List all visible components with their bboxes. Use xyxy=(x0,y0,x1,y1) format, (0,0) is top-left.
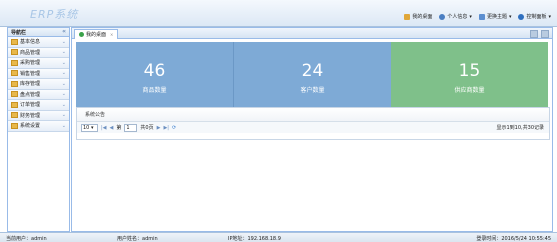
sidebar-item-settings[interactable]: 系统设置 ⌄ xyxy=(8,121,69,132)
chevron-down-icon: ⌄ xyxy=(61,91,66,98)
sidebar-item-label: 订单管理 xyxy=(20,102,41,109)
refresh-icon[interactable]: ⟳ xyxy=(172,125,176,131)
stat-card-suppliers[interactable]: 15 供应商数量 xyxy=(391,42,548,113)
sidebar: 导航栏 « 基本信息 ⌄ 商品管理 ⌄ 采购管理 ⌄ 销售管理 ⌄ 库存管理 ⌄ 盘点管理… xyxy=(7,27,70,232)
chevron-down-icon: ▾ xyxy=(548,13,551,20)
tab-desktop[interactable]: 我的桌面 × xyxy=(74,29,119,39)
profile-menu-label: 个人信息 xyxy=(447,14,468,20)
first-page-icon[interactable]: |◀ xyxy=(101,125,107,131)
sidebar-item-products[interactable]: 商品管理 ⌄ xyxy=(8,47,69,58)
page-info: 显示1到10,共30记录 xyxy=(496,125,545,131)
user-icon xyxy=(439,13,446,20)
stat-value: 46 xyxy=(143,61,166,81)
stat-value: 15 xyxy=(458,61,481,81)
page-size-select[interactable]: 10 ▾ xyxy=(81,123,98,132)
last-page-icon[interactable]: ▶| xyxy=(163,125,169,131)
chevron-down-icon: ⌄ xyxy=(61,122,66,129)
page-prefix: 第 xyxy=(116,125,122,131)
folder-icon xyxy=(11,112,18,119)
home-link-label: 我的桌面 xyxy=(412,14,433,20)
folder-icon xyxy=(11,70,18,77)
theme-menu-label: 更换主题 xyxy=(486,14,507,20)
sidebar-item-basic-info[interactable]: 基本信息 ⌄ xyxy=(8,37,69,48)
app-logo: ERP系统 xyxy=(30,8,79,21)
sidebar-item-label: 销售管理 xyxy=(20,70,41,77)
chevron-down-icon: ⌄ xyxy=(61,59,66,66)
theme-menu[interactable]: 更换主题 ▾ xyxy=(478,13,512,20)
stat-value: 24 xyxy=(301,61,324,81)
collapse-icon[interactable]: « xyxy=(62,28,66,35)
folder-icon xyxy=(11,122,18,129)
page-number-value: 1 xyxy=(126,124,130,131)
sidebar-item-label: 商品管理 xyxy=(20,49,41,56)
page-size-value: 10 xyxy=(83,124,90,131)
pagination-bar: 10 ▾ |◀ ◀ 第 1 共0页 ▶ ▶| ⟳ 显示1到10,共30记录 xyxy=(77,122,549,133)
home-icon xyxy=(79,32,84,37)
sidebar-item-label: 基本信息 xyxy=(20,39,41,46)
chevron-down-icon: ▾ xyxy=(469,13,472,20)
sidebar-item-inventory[interactable]: 库存管理 ⌄ xyxy=(8,79,69,90)
sidebar-title: 导航栏 xyxy=(11,29,27,36)
folder-icon xyxy=(11,91,18,98)
page-suffix: 共0页 xyxy=(140,125,154,131)
desktop-icon xyxy=(404,13,411,20)
folder-icon xyxy=(11,101,18,108)
sidebar-item-purchase[interactable]: 采购管理 ⌄ xyxy=(8,58,69,69)
maximize-icon[interactable] xyxy=(541,30,549,38)
stat-label: 商品数量 xyxy=(142,87,167,94)
sidebar-item-stocktake[interactable]: 盘点管理 ⌄ xyxy=(8,89,69,100)
chevron-down-icon: ⌄ xyxy=(61,70,66,77)
help-icon xyxy=(518,13,525,20)
profile-menu[interactable]: 个人信息 ▾ xyxy=(439,13,472,20)
sidebar-item-orders[interactable]: 订单管理 ⌄ xyxy=(8,100,69,111)
stat-card-products[interactable]: 46 商品数量 xyxy=(76,42,234,113)
sidebar-header: 导航栏 « xyxy=(8,28,69,37)
tab-tools xyxy=(530,30,549,38)
theme-icon xyxy=(478,13,485,20)
stat-card-customers[interactable]: 24 客户数量 xyxy=(234,42,391,113)
sidebar-item-label: 采购管理 xyxy=(20,60,41,67)
folder-icon xyxy=(11,38,18,45)
chevron-down-icon: ⌄ xyxy=(61,112,66,119)
close-icon[interactable]: × xyxy=(110,32,113,37)
refresh-tab-icon[interactable] xyxy=(530,30,538,38)
chevron-down-icon: ⌄ xyxy=(61,38,66,45)
chevron-down-icon: ⌄ xyxy=(61,49,66,56)
notice-panel: 系统公告 10 ▾ |◀ ◀ 第 1 共0页 ▶ ▶| ⟳ 显示1到10,共30… xyxy=(76,107,550,140)
main-panel: 我的桌面 × 46 商品数量 24 客户数量 15 供应商数量 系统公告 10 … xyxy=(71,27,553,232)
sidebar-item-sales[interactable]: 销售管理 ⌄ xyxy=(8,68,69,79)
tab-label: 我的桌面 xyxy=(86,32,107,38)
chevron-down-icon: ⌄ xyxy=(61,80,66,87)
stat-label: 客户数量 xyxy=(300,87,325,94)
page-number-input[interactable]: 1 xyxy=(124,123,138,132)
notice-title: 系统公告 xyxy=(77,108,549,122)
sidebar-item-finance[interactable]: 财务管理 ⌄ xyxy=(8,110,69,121)
top-header: ERP系统 我的桌面 个人信息 ▾ 更换主题 ▾ 控制面板 ▾ xyxy=(0,0,557,27)
stat-label: 供应商数量 xyxy=(454,87,485,94)
sidebar-item-label: 财务管理 xyxy=(20,112,41,119)
folder-icon xyxy=(11,80,18,87)
top-menu: 我的桌面 个人信息 ▾ 更换主题 ▾ 控制面板 ▾ xyxy=(404,13,551,20)
next-page-icon[interactable]: ▶ xyxy=(157,125,161,131)
sidebar-item-label: 系统设置 xyxy=(20,123,41,130)
tab-bar: 我的桌面 × xyxy=(72,28,552,39)
folder-icon xyxy=(11,49,18,56)
prev-page-icon[interactable]: ◀ xyxy=(110,125,114,131)
folder-icon xyxy=(11,59,18,66)
control-panel-label: 控制面板 xyxy=(526,14,547,20)
chevron-down-icon: ⌄ xyxy=(61,101,66,108)
control-panel-menu[interactable]: 控制面板 ▾ xyxy=(518,13,551,20)
stats-panel: 46 商品数量 24 客户数量 15 供应商数量 xyxy=(76,42,548,113)
home-link[interactable]: 我的桌面 xyxy=(404,13,432,20)
sidebar-item-label: 盘点管理 xyxy=(20,91,41,98)
chevron-down-icon: ▾ xyxy=(508,13,512,20)
sidebar-item-label: 库存管理 xyxy=(20,81,41,88)
